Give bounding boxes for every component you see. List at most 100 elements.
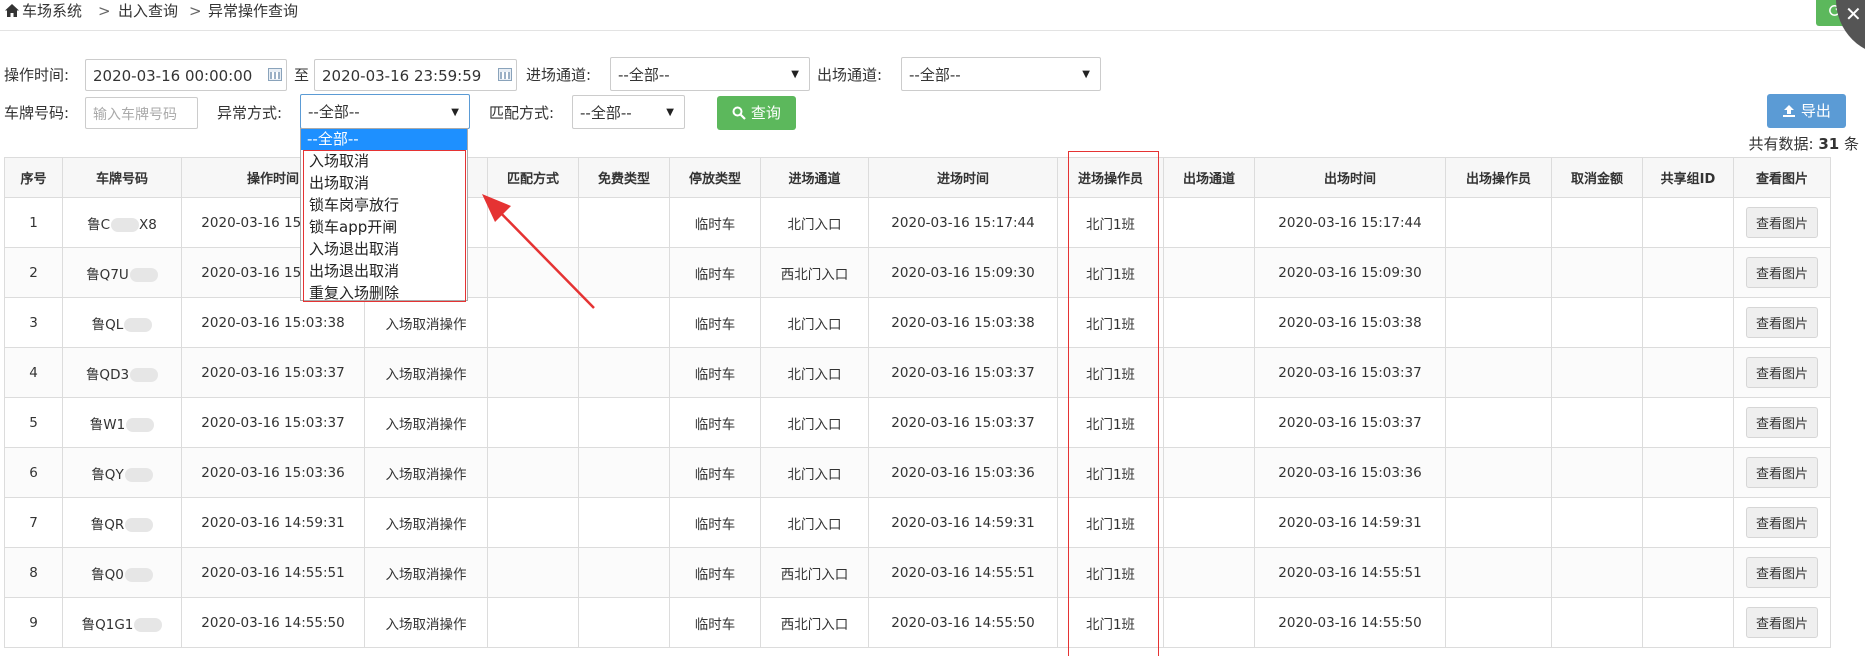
cell-cancel-amt — [1551, 447, 1643, 498]
col-header[interactable]: 停放类型 — [669, 157, 761, 198]
view-image-button[interactable]: 查看图片 — [1745, 457, 1818, 488]
plate-text: 鲁Q0 — [91, 566, 124, 583]
cell-exit-lane — [1163, 497, 1255, 548]
col-header[interactable]: 出场操作员 — [1445, 157, 1552, 198]
cell-mode: 入场取消操作 — [364, 497, 488, 548]
col-header[interactable]: 出场时间 — [1254, 157, 1446, 198]
view-image-button[interactable]: 查看图片 — [1745, 607, 1818, 638]
cell-park: 临时车 — [669, 247, 761, 298]
view-image-button[interactable]: 查看图片 — [1745, 557, 1818, 588]
plate-text: 鲁W1 — [89, 416, 126, 433]
col-header[interactable]: 共享组ID — [1642, 157, 1734, 198]
table-row: 6 鲁QY 2020-03-16 15:03:36 入场取消操作 临时车 北门入口 2020… — [4, 447, 1831, 498]
cell-match — [487, 547, 579, 598]
table-row: 3 鲁QL 2020-03-16 15:03:38 入场取消操作 临时车 北门入口 2020… — [4, 297, 1831, 348]
cell-entry-lane: 北门入口 — [760, 447, 869, 498]
plate-redaction — [111, 217, 140, 232]
cell-op-time: 2020-03-16 15:03:37 — [181, 397, 365, 448]
cell-no: 8 — [4, 547, 63, 598]
plate-tail-text: X8 — [139, 216, 157, 233]
cell-share-id — [1642, 247, 1734, 298]
table-row: 8 鲁Q0 2020-03-16 14:55:51 入场取消操作 临时车 西北门入口 202… — [4, 547, 1831, 598]
cell-share-id — [1642, 447, 1734, 498]
cell-match — [487, 397, 579, 448]
cell-view: 查看图片 — [1733, 247, 1831, 298]
highlight-entry-operator-column — [1068, 151, 1159, 656]
cell-match — [487, 597, 579, 648]
cell-plate: 鲁Q1G1 — [62, 597, 182, 648]
cell-exit-op — [1445, 447, 1552, 498]
col-header[interactable]: 取消金额 — [1551, 157, 1643, 198]
cell-plate: 鲁Q7U — [62, 247, 182, 298]
col-header[interactable]: 进场通道 — [760, 157, 869, 198]
view-image-button[interactable]: 查看图片 — [1745, 257, 1818, 288]
calendar-icon[interactable] — [498, 68, 512, 81]
exit-lane-select[interactable]: --全部-- ▼ — [901, 57, 1101, 91]
entry-lane-select[interactable]: --全部-- ▼ — [610, 57, 810, 91]
col-header[interactable]: 序号 — [4, 157, 63, 198]
cell-plate: 鲁QL — [62, 297, 182, 348]
cell-park: 临时车 — [669, 597, 761, 648]
op-time-start-input[interactable]: 2020-03-16 00:00:00 — [85, 59, 287, 91]
cell-exit-time: 2020-03-16 15:17:44 — [1254, 197, 1446, 248]
cell-mode: 入场取消操作 — [364, 547, 488, 598]
close-icon[interactable]: ✕ — [1845, 2, 1862, 26]
export-button[interactable]: 导出 — [1767, 94, 1846, 128]
cell-free — [578, 397, 670, 448]
plate-text: 鲁QR — [90, 516, 125, 533]
breadcrumb-item-system[interactable]: 车场系统 — [22, 0, 82, 22]
col-header[interactable]: 进场时间 — [868, 157, 1058, 198]
abnormal-value: --全部-- — [308, 103, 360, 121]
view-image-button[interactable]: 查看图片 — [1745, 507, 1818, 538]
total-number: 31 — [1818, 135, 1840, 153]
cell-park: 临时车 — [669, 497, 761, 548]
query-button[interactable]: 查询 — [717, 96, 796, 130]
table-row: 9 鲁Q1G1 2020-03-16 14:55:50 入场取消操作 临时车 西北门入口 2… — [4, 597, 1831, 648]
cell-exit-lane — [1163, 447, 1255, 498]
cell-match — [487, 497, 579, 548]
table-row: 5 鲁W1 2020-03-16 15:03:37 入场取消操作 临时车 北门入口 2020… — [4, 397, 1831, 448]
total-count: 共有数据: 31 条 — [1748, 134, 1859, 154]
entry-lane-label: 进场通道: — [526, 66, 592, 84]
breadcrumb-item-query[interactable]: 出入查询 — [118, 0, 178, 22]
table-header: 序号 车牌号码 操作时间 异常方式 匹配方式 免费类型 停放类型 进场通道 进场… — [4, 157, 1831, 198]
cell-entry-lane: 西北门入口 — [760, 547, 869, 598]
cell-entry-time: 2020-03-16 15:03:37 — [868, 347, 1058, 398]
cell-entry-lane: 北门入口 — [760, 347, 869, 398]
entry-lane-value: --全部-- — [618, 66, 670, 84]
table-row: 1鲁CX82020-03-16 15:17:44入场取消操作临时车北门入口202… — [4, 197, 1831, 248]
view-image-button[interactable]: 查看图片 — [1745, 207, 1818, 238]
view-image-button[interactable]: 查看图片 — [1745, 307, 1818, 338]
table-row: 2鲁Q7U2020-03-16 15:09:30入场取消操作临时车西北门入口20… — [4, 247, 1831, 298]
plate-input[interactable]: 输入车牌号码 — [85, 97, 198, 129]
cell-exit-time: 2020-03-16 14:59:31 — [1254, 497, 1446, 548]
cell-view: 查看图片 — [1733, 547, 1831, 598]
cell-exit-time: 2020-03-16 15:03:37 — [1254, 347, 1446, 398]
view-image-button[interactable]: 查看图片 — [1745, 407, 1818, 438]
match-value: --全部-- — [580, 104, 632, 122]
cell-entry-time: 2020-03-16 15:17:44 — [868, 197, 1058, 248]
view-image-button[interactable]: 查看图片 — [1745, 357, 1818, 388]
calendar-icon[interactable] — [268, 68, 282, 81]
cell-exit-op — [1445, 297, 1552, 348]
op-time-end-input[interactable]: 2020-03-16 23:59:59 — [314, 59, 517, 91]
cell-entry-time: 2020-03-16 15:03:38 — [868, 297, 1058, 348]
col-header[interactable]: 出场通道 — [1163, 157, 1255, 198]
query-label: 查询 — [750, 104, 781, 122]
op-time-label: 操作时间: — [4, 66, 70, 84]
cell-exit-lane — [1163, 297, 1255, 348]
home-icon[interactable] — [4, 2, 20, 24]
dropdown-option-selected[interactable]: --全部-- — [301, 129, 467, 150]
match-select[interactable]: --全部-- ▼ — [572, 95, 685, 129]
table-body: 1鲁CX82020-03-16 15:17:44入场取消操作临时车北门入口202… — [4, 197, 1831, 648]
op-time-start-value: 2020-03-16 00:00:00 — [93, 67, 253, 85]
chevron-down-icon: ▼ — [1082, 69, 1090, 80]
cell-view: 查看图片 — [1733, 447, 1831, 498]
cell-cancel-amt — [1551, 547, 1643, 598]
col-header[interactable]: 查看图片 — [1733, 157, 1831, 198]
cell-park: 临时车 — [669, 447, 761, 498]
cell-park: 临时车 — [669, 297, 761, 348]
col-header[interactable]: 车牌号码 — [62, 157, 182, 198]
cell-exit-op — [1445, 397, 1552, 448]
abnormal-select[interactable]: --全部-- ▼ — [300, 94, 470, 129]
